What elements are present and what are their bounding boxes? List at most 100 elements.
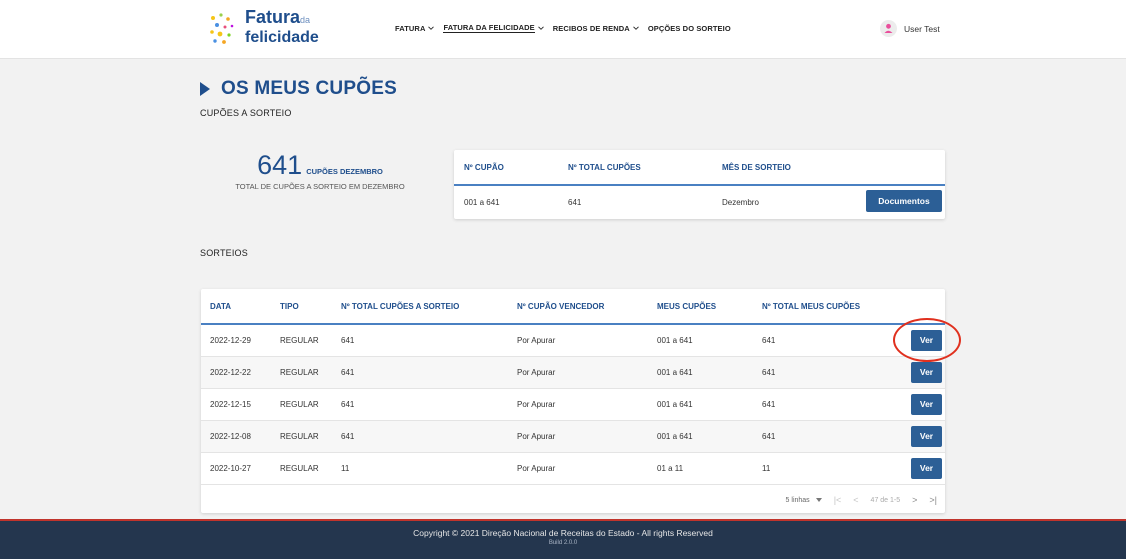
- column-header: MÊS DE SORTEIO: [722, 163, 791, 172]
- draw-type: REGULAR: [280, 432, 319, 441]
- ver-button[interactable]: Ver: [911, 458, 942, 479]
- rows-per-page-value: 5 linhas: [785, 496, 810, 504]
- table-row: 2022-12-15 REGULAR 641 Por Apurar 001 a …: [201, 389, 945, 421]
- my-coupons: 001 a 641: [657, 368, 693, 377]
- chevron-down-icon: [632, 26, 639, 30]
- draw-type: REGULAR: [280, 368, 319, 377]
- footer-build: Build 2.0.0: [548, 540, 578, 546]
- nav-fatura[interactable]: FATURA: [395, 21, 435, 35]
- draws-section-label: SORTEIOS: [200, 248, 248, 258]
- ver-button[interactable]: Ver: [911, 362, 942, 383]
- chevron-down-icon: [428, 26, 435, 30]
- footer: Copyright © 2021 Direção Nacional de Rec…: [0, 519, 1126, 559]
- table-row: 2022-12-29 REGULAR 641 Por Apurar 001 a …: [201, 325, 945, 357]
- my-coupons-total: 641: [762, 400, 776, 409]
- documentos-button[interactable]: Documentos: [866, 190, 942, 212]
- coupon-range: 001 a 641: [464, 198, 500, 207]
- logo-line-2: felicidade: [245, 29, 319, 46]
- coupons-table-header: Nº CUPÃO Nº TOTAL CUPÕES MÊS DE SORTEIO: [454, 150, 945, 186]
- winning-coupon: Por Apurar: [517, 400, 556, 409]
- page-heading: OS MEUS CUPÕES: [199, 78, 397, 100]
- coupon-total: 641: [568, 198, 582, 207]
- draw-date: 2022-12-08: [210, 432, 251, 441]
- my-coupons: 001 a 641: [657, 432, 693, 441]
- draw-date: 2022-12-29: [210, 336, 251, 345]
- my-coupons: 001 a 641: [657, 400, 693, 409]
- draw-total-coupons: 11: [341, 464, 350, 473]
- winning-coupon: Por Apurar: [517, 336, 556, 345]
- draw-total-coupons: 641: [341, 432, 355, 441]
- main-nav: FATURA FATURA DA FELICIDADE RECIBOS DE R…: [395, 21, 731, 35]
- fatura-felicidade-logo[interactable]: Faturada felicidade: [207, 6, 327, 50]
- my-coupons: 01 a 11: [657, 464, 684, 473]
- coupons-table: Nº CUPÃO Nº TOTAL CUPÕES MÊS DE SORTEIO …: [454, 150, 945, 219]
- draw-total-coupons: 641: [341, 400, 355, 409]
- page-range: 47 de 1-5: [870, 496, 901, 504]
- table-row: 2022-12-22 REGULAR 641 Por Apurar 001 a …: [201, 357, 945, 389]
- coupons-section-label: CUPÕES A SORTEIO: [200, 108, 292, 118]
- first-page-icon[interactable]: |<: [834, 495, 842, 505]
- chevron-down-icon: [537, 26, 544, 30]
- column-header: TIPO: [280, 302, 299, 311]
- draw-total-coupons: 641: [341, 336, 355, 345]
- logo-wordmark: Faturada felicidade: [245, 7, 319, 46]
- column-header: Nº TOTAL MEUS CUPÕES: [762, 302, 861, 311]
- my-coupons-total: 641: [762, 368, 776, 377]
- coupon-count: 641: [257, 150, 303, 180]
- nav-fatura-label: FATURA: [395, 23, 426, 33]
- draw-type: REGULAR: [280, 400, 319, 409]
- nav-fatura-da-felicidade[interactable]: FATURA DA FELICIDADE: [443, 21, 544, 35]
- column-header: Nº TOTAL CUPÕES A SORTEIO: [341, 302, 460, 311]
- user-name: User Test: [904, 23, 940, 34]
- coupon-count-unit: CUPÕES DEZEMBRO: [306, 167, 383, 176]
- table-row: 2022-12-08 REGULAR 641 Por Apurar 001 a …: [201, 421, 945, 453]
- draws-table-header: DATA TIPO Nº TOTAL CUPÕES A SORTEIO Nº C…: [201, 289, 945, 325]
- ver-button[interactable]: Ver: [911, 394, 942, 415]
- draw-date: 2022-10-27: [210, 464, 251, 473]
- page-title: OS MEUS CUPÕES: [221, 78, 397, 99]
- draw-date: 2022-12-15: [210, 400, 251, 409]
- my-coupons: 001 a 641: [657, 336, 693, 345]
- winning-coupon: Por Apurar: [517, 368, 556, 377]
- pagination: 5 linhas |< < 47 de 1-5 > >|: [786, 495, 937, 505]
- ver-button[interactable]: Ver: [911, 426, 942, 447]
- my-coupons-total: 641: [762, 336, 776, 345]
- user-avatar-icon: [880, 20, 897, 37]
- draws-table: DATA TIPO Nº TOTAL CUPÕES A SORTEIO Nº C…: [201, 289, 945, 513]
- last-page-icon[interactable]: >|: [929, 495, 937, 505]
- logo-line-1-small: da: [300, 15, 311, 25]
- footer-copyright: Copyright © 2021 Direção Nacional de Rec…: [413, 528, 713, 538]
- logo-line-1: Fatura: [245, 7, 301, 27]
- draw-month: Dezembro: [722, 198, 759, 207]
- column-header: Nº TOTAL CUPÕES: [568, 163, 641, 172]
- nav-opcoes-do-sorteio-label: OPÇÕES DO SORTEIO: [647, 23, 731, 33]
- my-coupons-total: 641: [762, 432, 776, 441]
- column-header: MEUS CUPÕES: [657, 302, 717, 311]
- draw-type: REGULAR: [280, 336, 319, 345]
- column-header: Nº CUPÃO: [464, 163, 504, 172]
- winning-coupon: Por Apurar: [517, 464, 556, 473]
- draw-date: 2022-12-22: [210, 368, 251, 377]
- ver-button[interactable]: Ver: [911, 330, 942, 351]
- top-navbar: Faturada felicidade FATURA FATURA DA FEL…: [0, 0, 1126, 59]
- nav-recibos-de-renda[interactable]: RECIBOS DE RENDA: [553, 21, 639, 35]
- nav-recibos-de-renda-label: RECIBOS DE RENDA: [552, 23, 630, 33]
- winning-coupon: Por Apurar: [517, 432, 556, 441]
- nav-opcoes-do-sorteio[interactable]: OPÇÕES DO SORTEIO: [648, 21, 731, 35]
- confetti-dots-icon: [210, 13, 234, 44]
- draw-total-coupons: 641: [341, 368, 355, 377]
- column-header: DATA: [210, 302, 232, 311]
- user-menu[interactable]: User Test: [880, 20, 940, 37]
- previous-page-icon[interactable]: <: [853, 495, 858, 505]
- table-row: 2022-10-27 REGULAR 11 Por Apurar 01 a 11…: [201, 453, 945, 485]
- coupon-summary: 641 CUPÕES DEZEMBRO TOTAL DE CUPÕES A SOR…: [220, 150, 420, 191]
- column-header: Nº CUPÃO VENCEDOR: [517, 302, 605, 311]
- caret-down-icon: [815, 498, 822, 502]
- my-coupons-total: 11: [762, 464, 771, 473]
- coupon-summary-caption: TOTAL DE CUPÕES A SORTEIO EM DEZEMBRO: [235, 182, 405, 191]
- rows-per-page-select[interactable]: 5 linhas: [786, 497, 822, 504]
- next-page-icon[interactable]: >: [912, 495, 917, 505]
- play-arrow-icon: [200, 82, 210, 96]
- draw-type: REGULAR: [280, 464, 319, 473]
- nav-fatura-da-felicidade-label: FATURA DA FELICIDADE: [443, 23, 535, 33]
